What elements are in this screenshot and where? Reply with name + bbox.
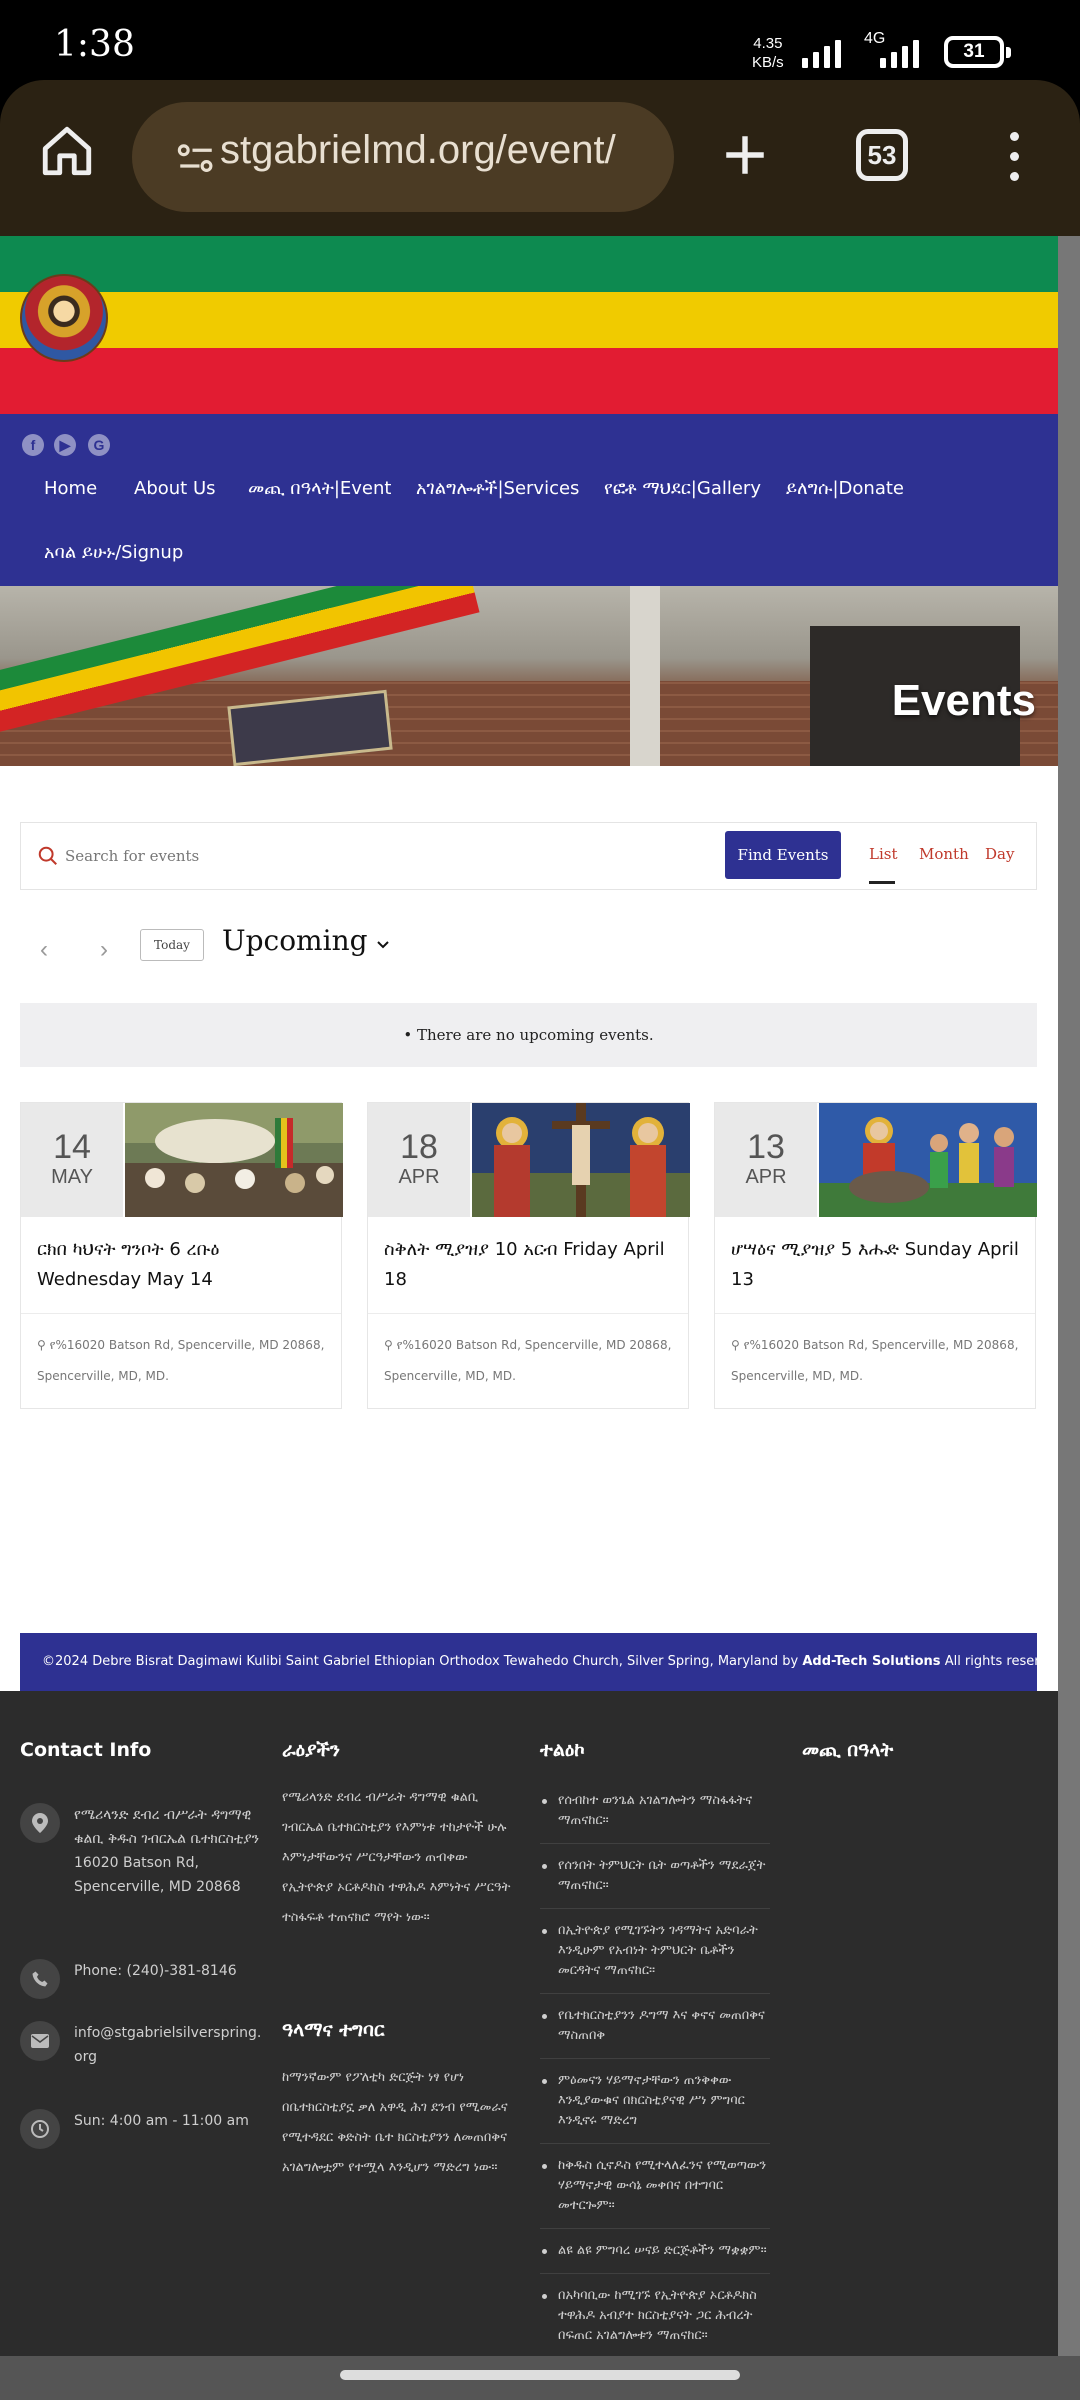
list-item: ምዕመናን ሃይማኖታቸውን ጠንቅቀው እንዲያውቁና በክርስቲያናዊ ሥነ…: [540, 2059, 770, 2144]
list-item: የቤተክርስቲያንን ዶግማ እና ቀኖና መጠበቅና ማስጠበቅ: [540, 1994, 770, 2059]
event-location: ⚲ የ%16020 Batson Rd, Spencerville, MD 20…: [37, 1338, 325, 1383]
scrollbar[interactable]: [1058, 236, 1080, 2356]
phone-icon: [20, 1959, 60, 1999]
web-page: f ▶ G Home About Us መጪ በዓላት|Event አገልግሎቶ…: [0, 236, 1058, 2356]
mail-icon: [20, 2021, 60, 2061]
event-thumbnail[interactable]: [472, 1103, 690, 1217]
event-card[interactable]: 18 APR ስቅለት ሚያዝያ 10 አርብ Friday April 18 …: [367, 1102, 690, 1409]
tasks-heading: ተልዕኮ: [540, 1739, 585, 1761]
map-pin-icon: ⚲: [731, 1338, 744, 1352]
no-events-notice: • There are no upcoming events.: [20, 1003, 1037, 1067]
previous-arrow-icon[interactable]: ‹: [40, 936, 48, 964]
chevron-down-icon: [377, 941, 390, 949]
url-text[interactable]: stgabrielmd.org/event/: [220, 128, 616, 173]
nav-gallery[interactable]: የፎቶ ማህደር|Gallery: [604, 478, 761, 499]
list-item: በአካባቢው ከሚገኙ የኢትዮጵያ ኦርቶዶክስ ተዋሕዶ አብያተ ክርስቲ…: [540, 2274, 770, 2356]
menu-icon[interactable]: [1004, 132, 1024, 184]
upcoming-dropdown[interactable]: Upcoming: [222, 924, 390, 957]
gesture-handle[interactable]: [340, 2370, 740, 2380]
signal-icon-2: [880, 36, 919, 68]
event-search-bar: Find Events List Month Day: [20, 822, 1037, 890]
event-date: 18 APR: [368, 1103, 470, 1217]
new-tab-icon[interactable]: [720, 130, 770, 180]
network-speed: 4.35 KB/s: [752, 35, 784, 71]
event-card[interactable]: 14 MAY ርክበ ካህናት ግንቦት 6 ረቡዕ Wednesday May…: [20, 1102, 343, 1409]
mission-heading: ዓላማና ተግባር: [282, 2019, 385, 2041]
flag-stripe-yellow: [0, 292, 1058, 348]
vision-heading: ራዕያችን: [282, 1739, 340, 1761]
home-icon[interactable]: [38, 122, 96, 180]
browser-toolbar: stgabrielmd.org/event/ 53: [0, 80, 1080, 236]
mission-text: ከማንኛውም የፖለቲካ ድርጅት ነፃ የሆነ በቤተክርስቲያኗ ቃለ አዋ…: [282, 2070, 508, 2175]
flag-stripe-red: [0, 348, 1058, 414]
list-item: ልዩ ልዩ ምግባረ ሠናይ ድርጅቶችን ማቋቋም።: [540, 2229, 770, 2274]
status-time: 1:38: [54, 24, 135, 65]
nav-about[interactable]: About Us: [134, 478, 216, 499]
youtube-icon[interactable]: ▶: [54, 434, 76, 456]
nav-signup[interactable]: አባል ይሁኑ/Signup: [44, 542, 183, 563]
hero-banner: Events: [0, 586, 1058, 766]
copyright-bar: ©2024 Debre Bisrat Dagimawi Kulibi Saint…: [20, 1633, 1037, 1691]
event-date: 14 MAY: [21, 1103, 123, 1217]
nav-donate[interactable]: ይለግሱ|Donate: [786, 478, 904, 499]
site-footer: Contact Info የሜሪላንድ ደብረ ብሥራት ዳግማዊ ቁልቢ ቅዱ…: [0, 1691, 1058, 2356]
main-nav: f ▶ G Home About Us መጪ በዓላት|Event አገልግሎቶ…: [0, 414, 1058, 586]
events-heading: መጪ በዓላት: [802, 1739, 894, 1761]
flag-stripe-green: [0, 236, 1058, 292]
map-pin-icon: ⚲: [384, 1338, 397, 1352]
event-date: 13 APR: [715, 1103, 817, 1217]
event-card[interactable]: 13 APR ሆሣዕና ሚያዝያ 5 እሑድ Sunday April 13 ⚲…: [714, 1102, 1037, 1409]
google-icon[interactable]: G: [88, 434, 110, 456]
tab-switcher-button[interactable]: 53: [856, 129, 908, 181]
list-item: የሰንበት ትምህርት ቤት ወጣቶችን ማደራጀት ማጠናከር።: [540, 1844, 770, 1909]
nav-event[interactable]: መጪ በዓላት|Event: [248, 478, 391, 499]
list-item: በኢትዮጵያ የሚገኙትን ገዳማትና አድባራት እንዲሁም የአብነት ትም…: [540, 1909, 770, 1994]
signal-icon: [802, 36, 841, 68]
page-title: Events: [891, 676, 1036, 725]
nav-home[interactable]: Home: [44, 478, 97, 499]
event-location: ⚲ የ%16020 Batson Rd, Spencerville, MD 20…: [731, 1338, 1019, 1383]
event-title[interactable]: ርክበ ካህናት ግንቦት 6 ረቡዕ Wednesday May 14: [21, 1217, 341, 1314]
nav-services[interactable]: አገልግሎቶች|Services: [416, 478, 579, 499]
location-icon: [20, 1803, 60, 1843]
contact-heading: Contact Info: [20, 1739, 152, 1761]
view-month-tab[interactable]: Month: [919, 845, 969, 863]
tasks-list: የሰብከተ ወንጌል አገልግሎትን ማስፋፋትና ማጠናከር። የሰንበት ት…: [540, 1779, 770, 2356]
map-pin-icon: ⚲: [37, 1338, 50, 1352]
search-icon: [38, 846, 57, 865]
view-day-tab[interactable]: Day: [985, 845, 1014, 863]
site-settings-icon[interactable]: [174, 138, 218, 180]
vision-text: የሜሪላንድ ደብረ ብሥራት ዳግማዊ ቁልቢ ገብርኤል ቤተክርስቲያን …: [282, 1790, 511, 1925]
today-button[interactable]: Today: [140, 929, 204, 961]
event-title[interactable]: ስቅለት ሚያዝያ 10 አርብ Friday April 18: [368, 1217, 688, 1314]
event-title[interactable]: ሆሣዕና ሚያዝያ 5 እሑድ Sunday April 13: [715, 1217, 1035, 1314]
event-thumbnail[interactable]: [125, 1103, 343, 1217]
list-item: የሰብከተ ወንጌል አገልግሎትን ማስፋፋትና ማጠናከር።: [540, 1779, 770, 1844]
clock-icon: [20, 2109, 60, 2149]
list-item: ከቅዱስ ሲኖዶስ የሚተላለፈንና የሚወጣውን ሃይማኖታዊ ውሳኔ መቀበ…: [540, 2144, 770, 2229]
find-events-button[interactable]: Find Events: [725, 831, 841, 879]
next-arrow-icon[interactable]: ›: [100, 936, 108, 964]
system-nav-bar: [0, 2356, 1080, 2400]
facebook-icon[interactable]: f: [22, 434, 44, 456]
battery-icon: 31: [944, 36, 1011, 68]
search-input[interactable]: [65, 837, 665, 875]
developer-link[interactable]: Add-Tech Solutions: [802, 1654, 940, 1669]
church-logo[interactable]: [20, 274, 108, 362]
view-list-tab[interactable]: List: [869, 845, 897, 863]
event-location: ⚲ የ%16020 Batson Rd, Spencerville, MD 20…: [384, 1338, 672, 1383]
event-thumbnail[interactable]: [819, 1103, 1037, 1217]
